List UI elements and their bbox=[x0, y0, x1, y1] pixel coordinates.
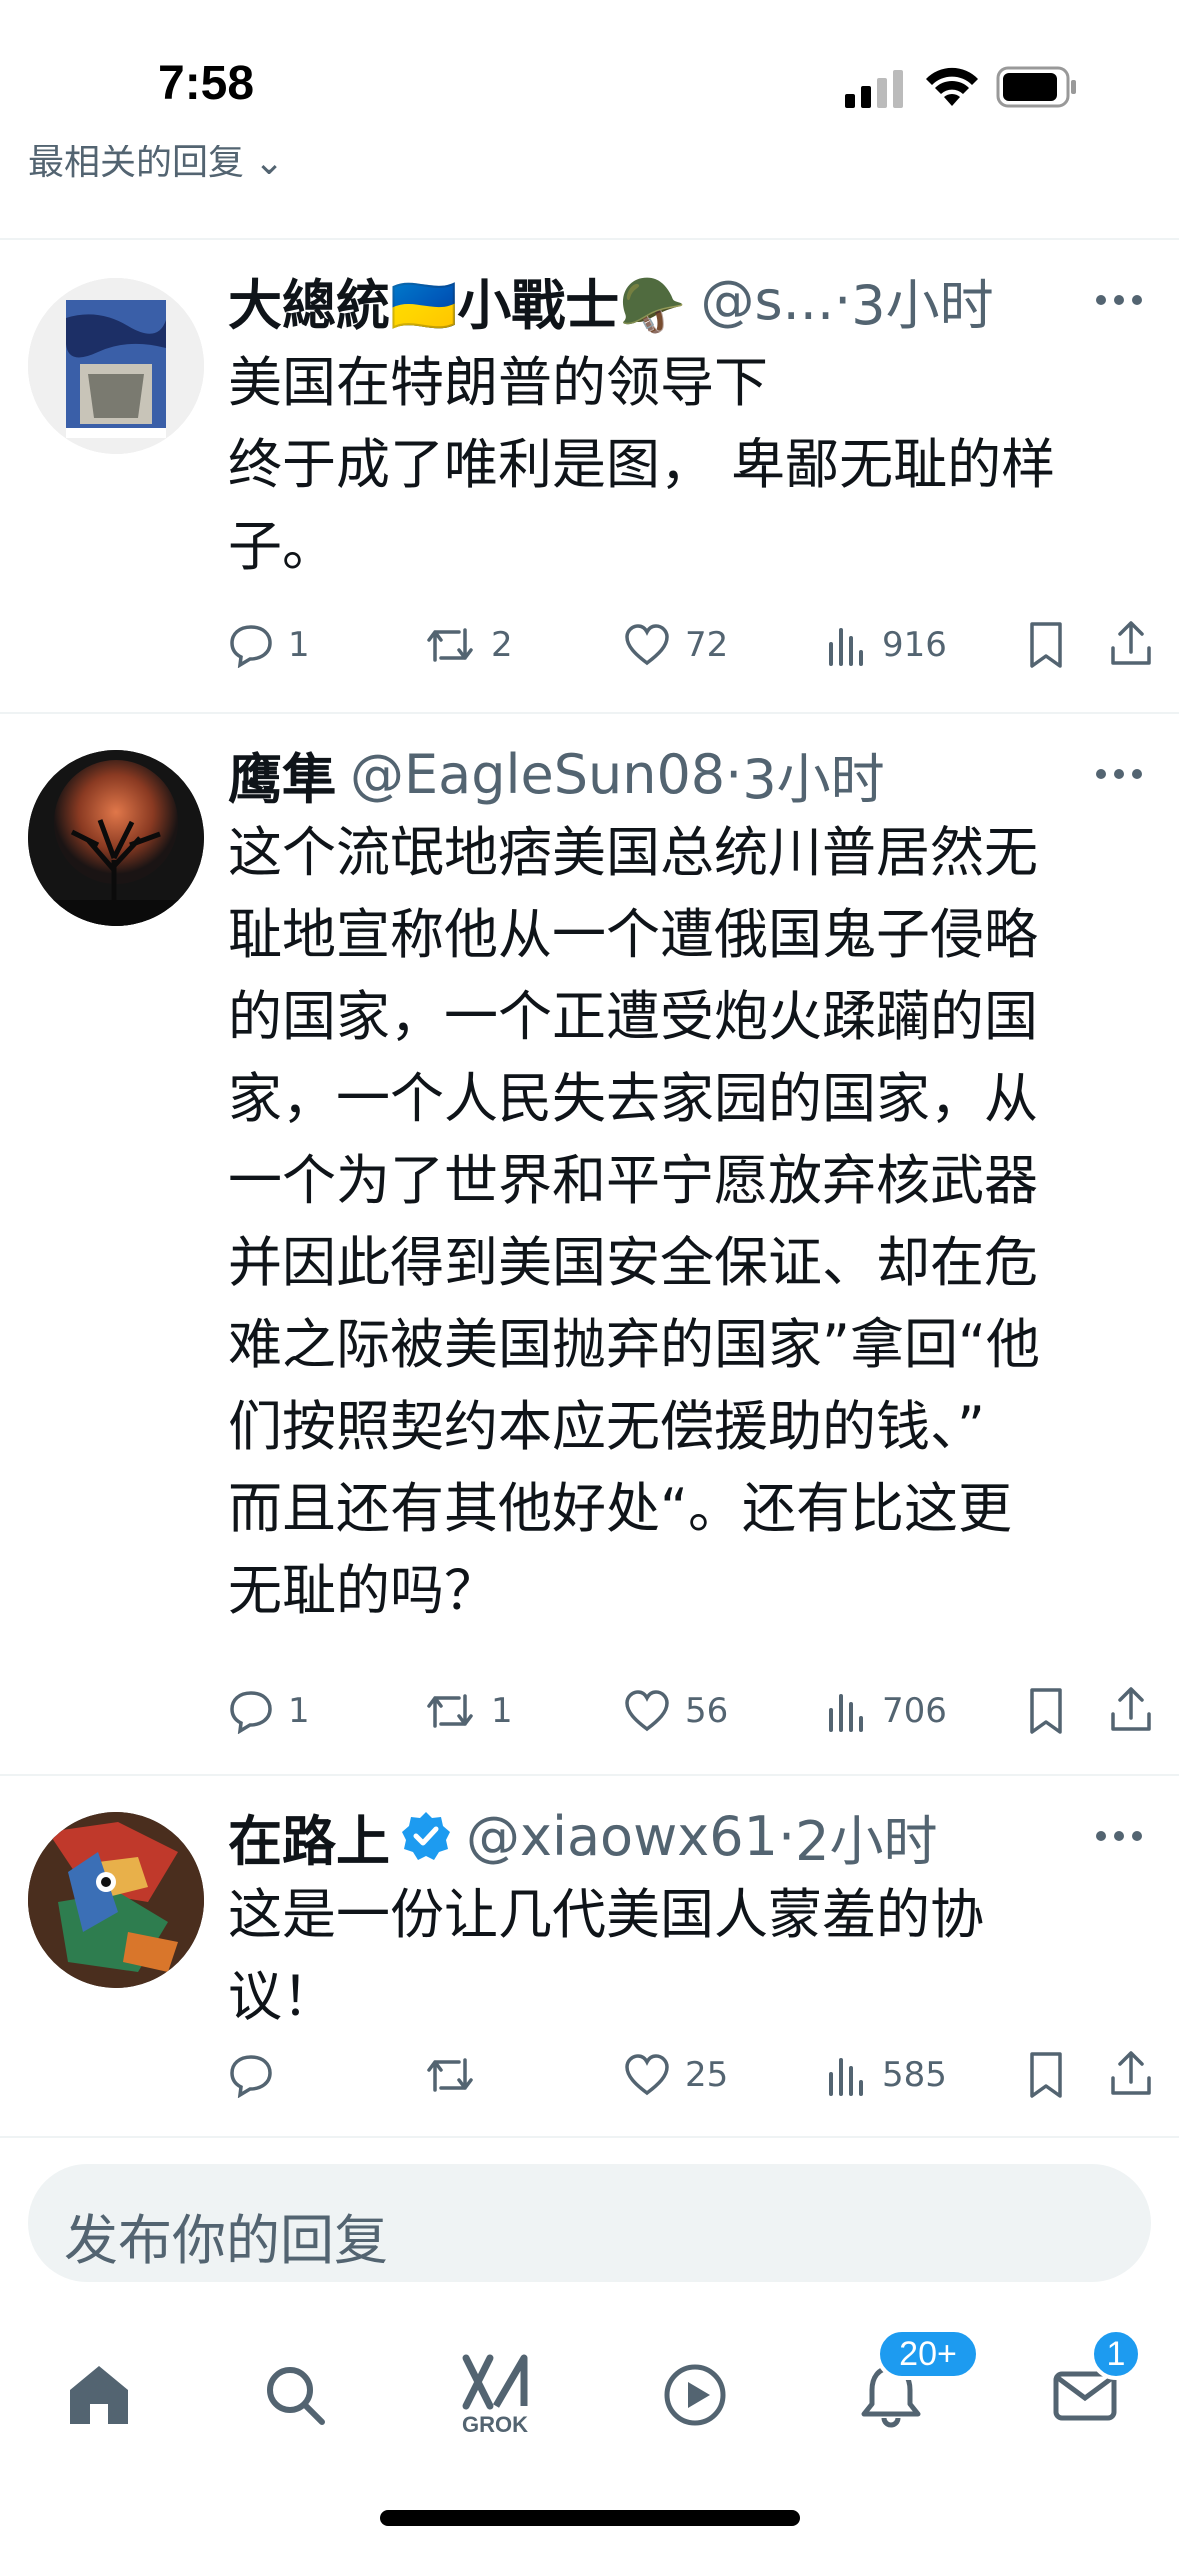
like-count: 72 bbox=[685, 625, 729, 665]
grok-label: GROK bbox=[462, 2412, 528, 2437]
more-options-icon[interactable] bbox=[1089, 754, 1149, 794]
display-name[interactable]: 鹰隼 bbox=[228, 735, 336, 814]
reply-button[interactable] bbox=[228, 2040, 288, 2110]
share-icon[interactable] bbox=[1108, 2048, 1154, 2098]
display-name[interactable]: 在路上 bbox=[228, 1797, 390, 1876]
reply-placeholder: 发布你的回复 bbox=[64, 2209, 388, 2272]
views-icon bbox=[829, 1694, 863, 1732]
user-handle[interactable]: @xiaowx61 bbox=[466, 1805, 778, 1868]
tweet-actions: 1 2 72 916 bbox=[228, 610, 1151, 680]
cellular-signal-icon bbox=[845, 70, 903, 108]
tweet-header: 大總統🇺🇦小戰士🪖 @s... · 3小时 bbox=[228, 264, 994, 337]
repost-button[interactable]: 2 bbox=[423, 610, 513, 680]
like-button[interactable]: 56 bbox=[623, 1676, 728, 1746]
tweet-actions: 25 585 bbox=[228, 2040, 1151, 2110]
repost-icon bbox=[427, 2058, 473, 2092]
views-button[interactable]: 706 bbox=[826, 1676, 947, 1746]
notifications-badge: 20+ bbox=[876, 2328, 980, 2380]
repost-button[interactable] bbox=[423, 2040, 491, 2110]
reply-tweet[interactable]: 在路上 @xiaowx61 · 2小时 这是一份让几代美国人蒙羞的协 议！ 25… bbox=[0, 1776, 1179, 2136]
battery-icon bbox=[996, 66, 1076, 108]
timestamp[interactable]: 2小时 bbox=[795, 1797, 937, 1876]
like-count: 56 bbox=[685, 1691, 729, 1731]
separator-dot: · bbox=[777, 1804, 796, 1868]
tweet-text: 这是一份让几代美国人蒙羞的协 议！ bbox=[228, 1883, 984, 2028]
timestamp[interactable]: 3小时 bbox=[851, 261, 993, 340]
repost-count: 2 bbox=[491, 625, 513, 665]
reply-tweet[interactable]: 大總統🇺🇦小戰士🪖 @s... · 3小时 美国在特朗普的领导下 终于成了唯利是… bbox=[0, 240, 1179, 712]
more-options-icon[interactable] bbox=[1089, 280, 1149, 320]
reply-icon bbox=[230, 1691, 272, 1734]
bookmark-icon[interactable] bbox=[1026, 2050, 1066, 2100]
repost-icon bbox=[427, 1694, 473, 1728]
repost-button[interactable]: 1 bbox=[423, 1676, 513, 1746]
wifi-icon bbox=[926, 67, 978, 106]
tab-home[interactable] bbox=[44, 2340, 154, 2450]
bookmark-icon[interactable] bbox=[1026, 1686, 1066, 1736]
reply-button[interactable]: 1 bbox=[228, 610, 310, 680]
sort-selector[interactable]: 最相关的回复 ⌄ bbox=[28, 145, 284, 195]
separator-dot: · bbox=[725, 742, 743, 806]
tab-videos[interactable] bbox=[640, 2340, 750, 2450]
views-button[interactable]: 585 bbox=[826, 2040, 947, 2110]
bookmark-icon[interactable] bbox=[1026, 620, 1066, 670]
status-time: 7:58 bbox=[158, 57, 255, 110]
avatar[interactable] bbox=[28, 750, 204, 926]
reply-count: 1 bbox=[288, 1691, 310, 1731]
divider bbox=[0, 2136, 1179, 2138]
reply-icon bbox=[230, 2055, 272, 2098]
reply-button[interactable]: 1 bbox=[228, 1676, 310, 1746]
home-icon bbox=[70, 2366, 128, 2424]
messages-badge: 1 bbox=[1090, 2328, 1142, 2380]
play-icon bbox=[664, 2364, 726, 2426]
repost-icon bbox=[427, 628, 473, 662]
share-icon[interactable] bbox=[1108, 618, 1154, 668]
view-count: 916 bbox=[882, 625, 947, 665]
tweet-header: 在路上 @xiaowx61 · 2小时 bbox=[228, 1800, 937, 1873]
tweet-header: 鹰隼 @EagleSun08 · 3小时 bbox=[228, 738, 885, 811]
tweet-actions: 1 1 56 706 bbox=[228, 1676, 1151, 1746]
views-icon bbox=[829, 628, 863, 666]
reply-count: 1 bbox=[288, 625, 310, 665]
views-button[interactable]: 916 bbox=[826, 610, 947, 680]
timestamp[interactable]: 3小时 bbox=[742, 735, 884, 814]
view-count: 585 bbox=[882, 2055, 947, 2095]
reply-icon bbox=[230, 625, 272, 668]
like-button[interactable]: 72 bbox=[623, 610, 728, 680]
repost-count: 1 bbox=[491, 1691, 513, 1731]
like-count: 25 bbox=[685, 2055, 729, 2095]
avatar[interactable] bbox=[28, 1812, 204, 1988]
sort-label: 最相关的回复 bbox=[28, 145, 245, 183]
heart-icon bbox=[625, 624, 669, 666]
status-bar: 7:58 bbox=[0, 0, 1179, 150]
reply-tweet[interactable]: 鹰隼 @EagleSun08 · 3小时 这个流氓地痞美国总统川普居然无 耻地宣… bbox=[0, 714, 1179, 1774]
share-icon[interactable] bbox=[1108, 1684, 1154, 1734]
display-name[interactable]: 大總統🇺🇦小戰士🪖 bbox=[228, 261, 686, 340]
user-handle[interactable]: @s... bbox=[700, 269, 834, 332]
heart-icon bbox=[625, 1690, 669, 1732]
more-options-icon[interactable] bbox=[1089, 1816, 1149, 1856]
heart-icon bbox=[625, 2054, 669, 2096]
tweet-text: 美国在特朗普的领导下 终于成了唯利是图， 卑鄙无耻的样 子。 bbox=[228, 351, 1056, 578]
view-count: 706 bbox=[882, 1691, 947, 1731]
search-icon bbox=[267, 2367, 325, 2425]
user-handle[interactable]: @EagleSun08 bbox=[350, 743, 725, 806]
reply-input[interactable]: 发布你的回复 bbox=[28, 2164, 1151, 2282]
views-icon bbox=[829, 2058, 863, 2096]
separator-dot: · bbox=[834, 268, 852, 332]
tweet-text: 这个流氓地痞美国总统川普居然无 耻地宣称他从一个遭俄国鬼子侵略 的国家，一个正遭… bbox=[228, 821, 1040, 1622]
tab-grok[interactable]: GROK bbox=[440, 2340, 550, 2450]
grok-icon bbox=[462, 2354, 528, 2410]
chevron-down-icon: ⌄ bbox=[254, 145, 285, 183]
home-indicator bbox=[380, 2510, 800, 2526]
tab-search[interactable] bbox=[240, 2340, 350, 2450]
like-button[interactable]: 25 bbox=[623, 2040, 728, 2110]
avatar[interactable] bbox=[28, 278, 204, 454]
verified-badge-icon bbox=[402, 1812, 450, 1860]
